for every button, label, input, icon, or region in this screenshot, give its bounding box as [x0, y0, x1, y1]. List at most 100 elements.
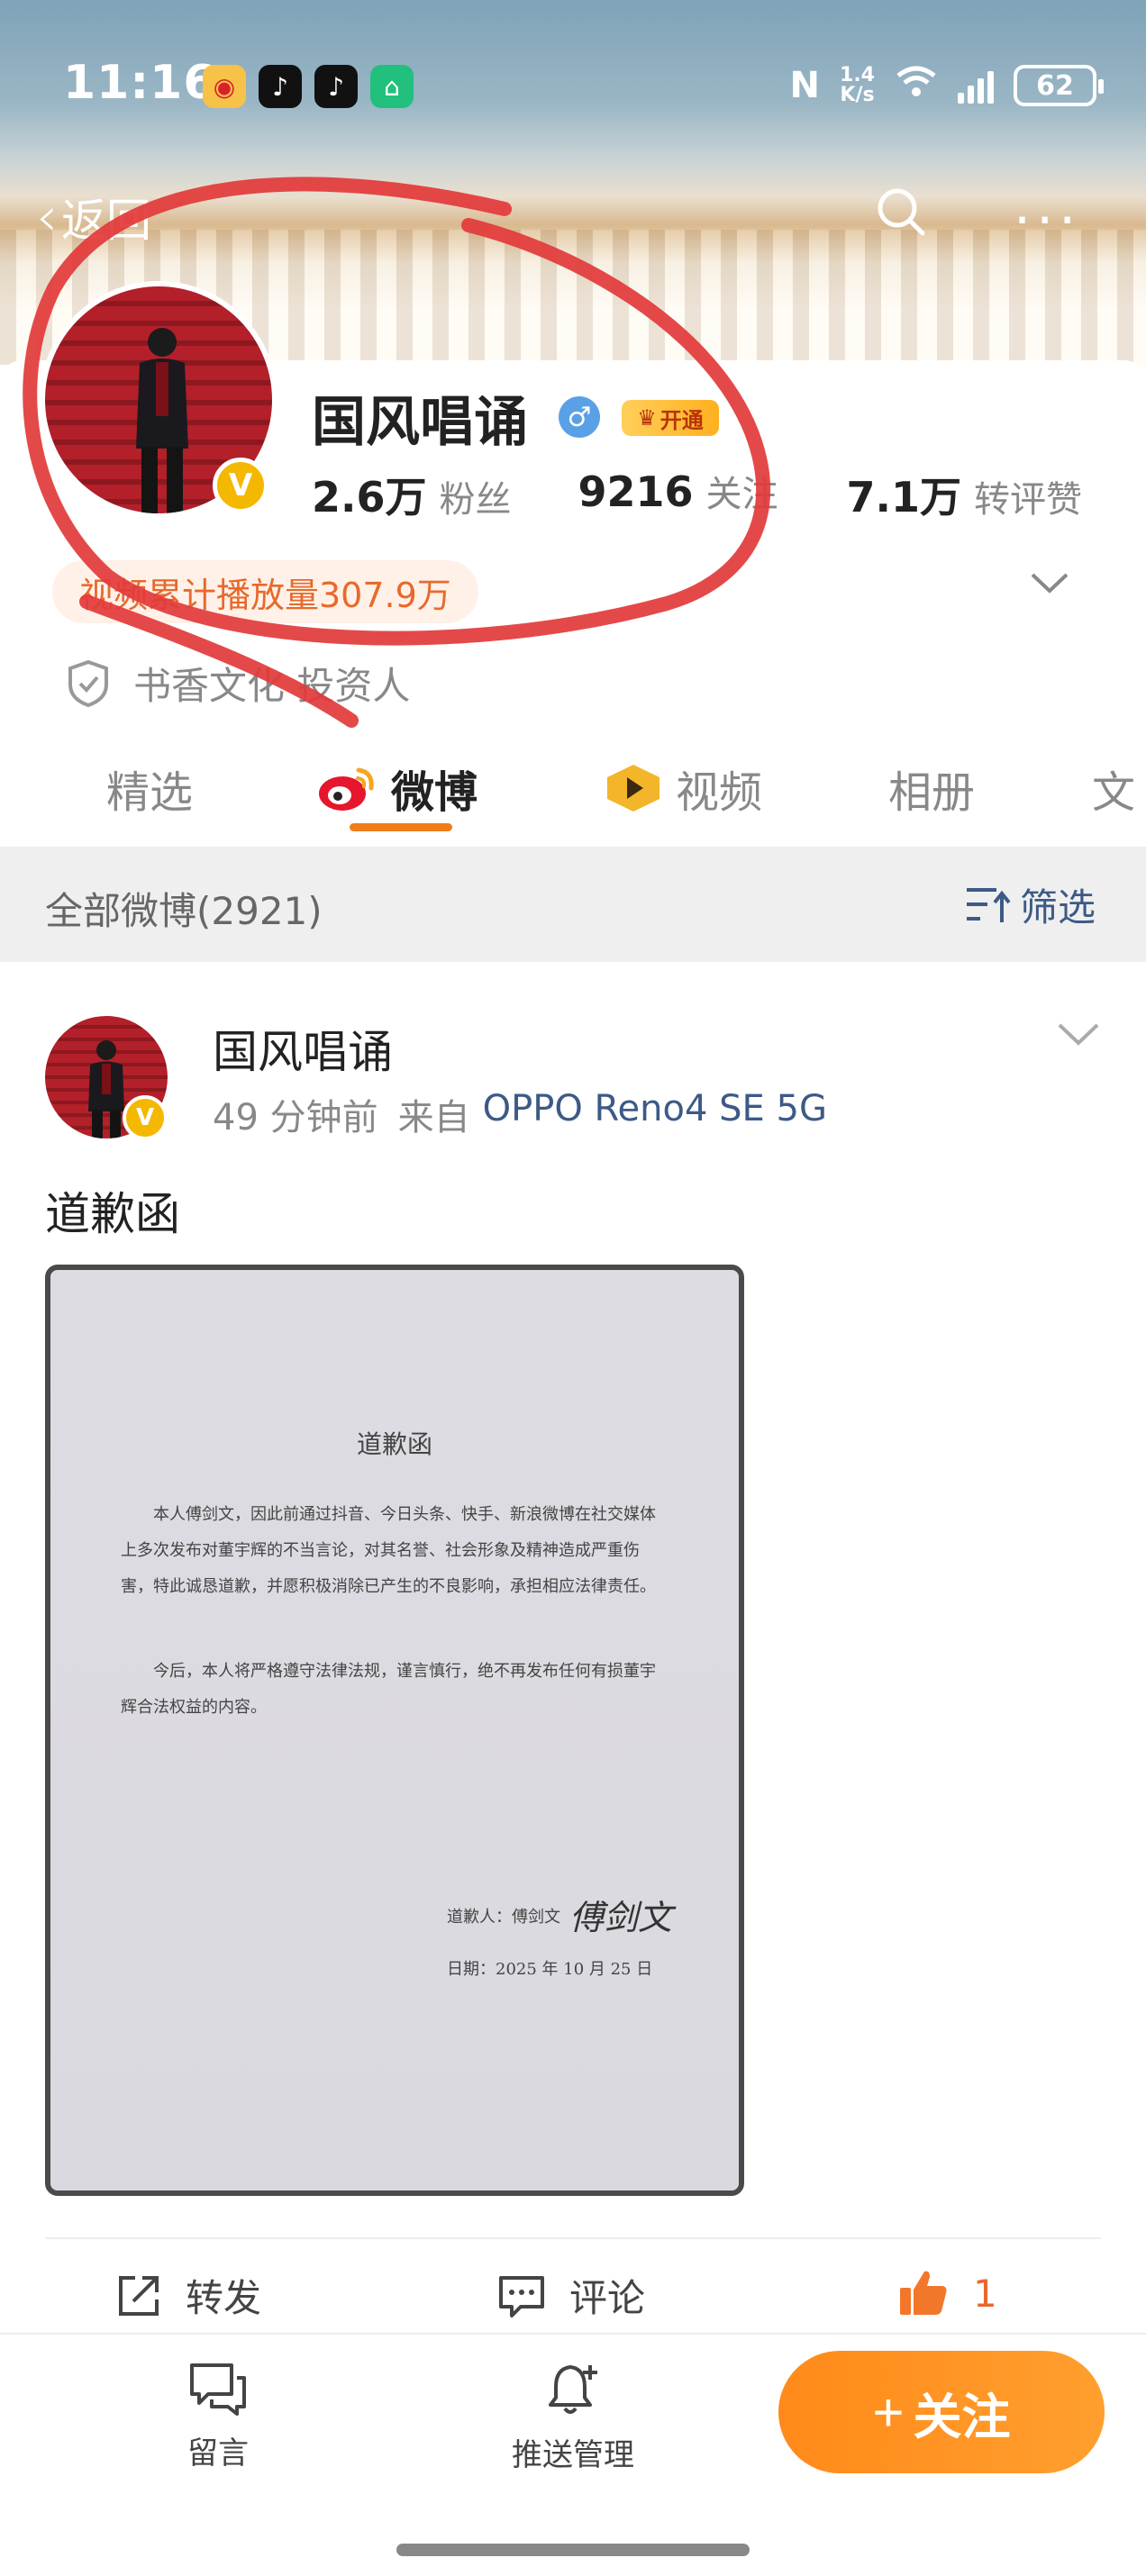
network-speed-value: 1.4	[840, 64, 875, 86]
more-options-icon[interactable]: ···	[1014, 189, 1081, 252]
stat-following[interactable]: 9216 关注	[578, 465, 778, 524]
network-speed: 1.4 K/s	[840, 66, 875, 105]
profile-stats: 2.6万 粉丝 9216 关注 7.1万 转评赞	[312, 465, 1082, 524]
stat-following-label: 关注	[705, 474, 778, 515]
chevron-down-icon[interactable]	[1027, 560, 1072, 605]
stat-interactions-num: 7.1万	[846, 473, 962, 522]
back-label: 返回	[61, 195, 151, 247]
active-tab-indicator	[350, 823, 452, 831]
tab-weibo[interactable]: 微博	[315, 757, 478, 820]
post-menu-chevron-icon[interactable]	[1056, 1016, 1101, 1052]
tab-article[interactable]: 文	[1092, 757, 1135, 820]
post-source-prefix: 来自	[397, 1097, 470, 1138]
letter-sign-line: 道歉人：傅剑文	[447, 1908, 560, 1927]
nfc-icon: N	[789, 65, 821, 106]
like-count: 1	[973, 2271, 997, 2316]
vip-open-badge[interactable]: ♛ 开通	[622, 400, 719, 436]
post-text: 道歉函	[45, 1188, 180, 1240]
status-bar: 11:16 ◉ ♪ ♪ ⌂ N 1.4 K/s 62	[0, 0, 1146, 171]
tab-album-label: 相册	[888, 767, 976, 818]
tab-video-label: 视频	[676, 767, 763, 818]
filter-label: 筛选	[1020, 885, 1096, 930]
letter-title: 道歉函	[356, 1429, 432, 1459]
feed-count: 全部微博(2921)	[45, 889, 323, 933]
stat-interactions[interactable]: 7.1万 转评赞	[847, 465, 1083, 524]
investor-label: 书香文化 投资人	[133, 664, 411, 708]
video-play-count[interactable]: 视频累计播放量307.9万	[52, 560, 478, 623]
repost-label: 转发	[186, 2276, 262, 2320]
tab-video[interactable]: 视频	[604, 757, 762, 820]
stat-fans-label: 粉丝	[439, 479, 512, 521]
bottom-action-bar: 留言 推送管理 + 关注	[0, 2333, 1146, 2576]
tab-featured[interactable]: 精选	[106, 757, 193, 820]
crown-icon: ♛	[637, 405, 657, 431]
tab-weibo-label: 微博	[391, 767, 478, 818]
weibo-logo-icon	[319, 767, 374, 811]
back-button[interactable]: ‹ 返回	[36, 185, 151, 249]
weibo-app-icon: ◉	[203, 65, 246, 108]
signal-icon	[958, 68, 994, 104]
status-right: N 1.4 K/s 62	[789, 63, 1104, 108]
post-image-letter[interactable]: 道歉函 本人傅剑文，因此前通过抖音、今日头条、快手、新浪微博在社交媒体上多次发布…	[45, 1265, 744, 2196]
battery-level: 62	[1036, 69, 1074, 102]
stat-following-num: 9216	[578, 467, 694, 516]
profile-name: 国风唱诵	[312, 391, 528, 454]
stat-fans[interactable]: 2.6万 粉丝	[312, 465, 512, 524]
post-verified-badge: V	[123, 1095, 168, 1140]
post-author-name[interactable]: 国风唱诵	[213, 1016, 393, 1081]
feed-header: 全部微博(2921) 筛选	[0, 847, 1146, 962]
message-button[interactable]: 留言	[128, 2362, 308, 2472]
letter-paragraph-2: 今后，本人将严格遵守法律法规，谨言慎行，绝不再发布任何有损董宇辉合法权益的内容。	[121, 1662, 656, 1717]
post-time: 49 分钟前	[213, 1097, 378, 1138]
comment-label: 评论	[569, 2276, 646, 2320]
tiktok-app-icon: ♪	[259, 65, 302, 108]
video-tab-icon	[607, 765, 659, 812]
chevron-left-icon: ‹	[36, 186, 58, 249]
letter-paper: 道歉函 本人傅剑文，因此前通过抖音、今日头条、快手、新浪微博在社交媒体上多次发布…	[50, 1270, 739, 2191]
notification-apps: ◉ ♪ ♪ ⌂	[203, 65, 414, 108]
vip-label: 开通	[659, 407, 704, 433]
profile-tabs: 精选 微博 视频 相册 文	[0, 739, 1146, 847]
tab-featured-label: 精选	[106, 767, 194, 818]
tab-album[interactable]: 相册	[888, 757, 975, 820]
mi-home-app-icon: ⌂	[370, 65, 414, 108]
letter-date: 日期：2025 年 10 月 25 日	[447, 1960, 653, 1979]
message-label: 留言	[187, 2435, 249, 2472]
male-gender-icon: ♂	[559, 396, 600, 438]
search-icon[interactable]	[874, 185, 928, 239]
filter-sort-icon	[967, 887, 1011, 922]
bell-plus-icon	[549, 2365, 597, 2414]
stat-fans-num: 2.6万	[312, 473, 427, 522]
shield-check-icon	[68, 659, 108, 707]
person-figure	[136, 328, 188, 513]
letter-paragraph-1: 本人傅剑文，因此前通过抖音、今日头条、快手、新浪微博在社交媒体上多次发布对董宇辉…	[121, 1505, 656, 1596]
wifi-icon	[895, 63, 938, 108]
tiktok-lite-app-icon: ♪	[314, 65, 358, 108]
push-management-button[interactable]: 推送管理	[483, 2362, 663, 2474]
follow-button[interactable]: + 关注	[778, 2351, 1105, 2473]
letter-handwritten-signature: 傅剑文	[569, 1898, 673, 1937]
thumbs-up-icon	[900, 2271, 947, 2315]
investor-info[interactable]: 书香文化 投资人	[67, 656, 410, 711]
post-device[interactable]: OPPO Reno4 SE 5G	[483, 1088, 827, 1140]
follow-label: 关注	[913, 2390, 1011, 2444]
top-nav: ‹ 返回 ···	[0, 171, 1146, 261]
plus-icon: +	[872, 2381, 905, 2443]
repost-button[interactable]: 转发	[115, 2268, 261, 2323]
repost-icon	[119, 2275, 159, 2316]
status-time: 11:16	[63, 56, 217, 110]
battery-icon: 62	[1014, 65, 1104, 106]
network-speed-unit: K/s	[840, 84, 875, 106]
letter-signature-block: 道歉人：傅剑文 傅剑文 日期：2025 年 10 月 25 日	[447, 1891, 672, 1996]
post-divider	[45, 2237, 1101, 2239]
like-button[interactable]: 1	[897, 2268, 997, 2318]
home-indicator[interactable]	[396, 2544, 750, 2556]
filter-button[interactable]: 筛选	[964, 877, 1096, 932]
push-management-label: 推送管理	[512, 2437, 634, 2473]
comment-button[interactable]: 评论	[497, 2268, 645, 2323]
post-meta: 49 分钟前 来自 OPPO Reno4 SE 5G	[213, 1088, 827, 1140]
message-icon	[190, 2363, 246, 2416]
comment-icon	[499, 2275, 544, 2317]
stat-interactions-label: 转评赞	[974, 479, 1083, 521]
tab-article-label: 文	[1092, 767, 1136, 818]
